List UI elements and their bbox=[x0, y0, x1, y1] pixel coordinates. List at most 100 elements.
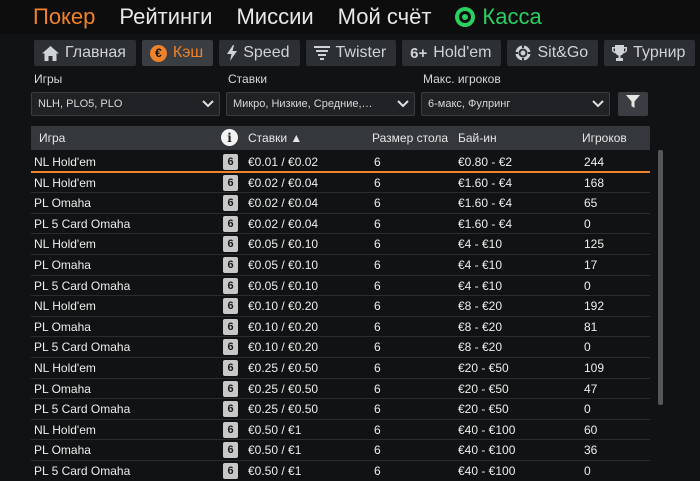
info-icon[interactable]: i bbox=[221, 129, 238, 146]
poker-chip-icon bbox=[515, 45, 532, 61]
row-table-size: 6 bbox=[374, 402, 381, 417]
table-row[interactable]: NL Hold'em €0.50 / €1 6 €40 - €100 60 6 bbox=[31, 420, 650, 441]
tab-home-label: Главная bbox=[65, 44, 126, 61]
row-game: PL 5 Card Omaha bbox=[34, 402, 131, 417]
row-table-size: 6 bbox=[374, 155, 381, 169]
row-players: 244 bbox=[584, 155, 605, 169]
stakes-select-value: Микро, Низкие, Средние,… bbox=[233, 98, 373, 110]
tab-cash-label: Кэш bbox=[172, 44, 204, 61]
row-game: NL Hold'em bbox=[34, 299, 96, 314]
table-row[interactable]: NL Hold'em €0.01 / €0.02 6 €0.80 - €2 244 6 bbox=[31, 152, 650, 173]
chevron-down-icon bbox=[587, 100, 609, 108]
table-row[interactable]: PL 5 Card Omaha €0.02 / €0.04 6 €1.60 - €4 0… bbox=[31, 214, 650, 235]
games-select-value: NLH, PLO5, PLO bbox=[38, 98, 123, 110]
table-row[interactable]: PL Omaha €0.02 / €0.04 6 €1.60 - €4 65 6 bbox=[31, 193, 650, 214]
max-players-select[interactable]: 6-макс, Фулринг bbox=[421, 92, 610, 116]
row-table-size: 6 bbox=[374, 257, 381, 272]
seat-count-badge: 6 bbox=[223, 195, 238, 212]
tab-twister-label: Twister bbox=[335, 44, 387, 61]
row-stakes: €0.02 / €0.04 bbox=[248, 216, 319, 231]
row-stakes: €0.02 / €0.04 bbox=[248, 196, 319, 211]
column-players[interactable]: Игроков bbox=[582, 131, 627, 145]
tab-tournaments[interactable]: Турнир bbox=[604, 40, 696, 66]
max-players-filter-label: Макс. игроков bbox=[423, 72, 501, 86]
chevron-down-icon bbox=[197, 100, 219, 108]
row-game: NL Hold'em bbox=[34, 175, 96, 190]
row-game: PL 5 Card Omaha bbox=[34, 463, 131, 478]
home-icon bbox=[42, 45, 59, 61]
row-game: PL Omaha bbox=[34, 257, 91, 272]
tab-six-plus-holdem[interactable]: 6+ Hold'em bbox=[402, 40, 502, 66]
row-buyin: €20 - €50 bbox=[458, 360, 509, 375]
table-row[interactable]: PL 5 Card Omaha €0.05 / €0.10 6 €4 - €10 0 6 bbox=[31, 276, 650, 297]
row-players: 192 bbox=[584, 299, 605, 314]
tab-home[interactable]: Главная bbox=[34, 40, 136, 66]
row-stakes: €0.10 / €0.20 bbox=[248, 319, 319, 334]
row-game: PL Omaha bbox=[34, 381, 91, 396]
table-row[interactable]: PL 5 Card Omaha €0.50 / €1 6 €40 - €100 0 6 bbox=[31, 461, 650, 481]
row-game: NL Hold'em bbox=[34, 155, 96, 169]
row-buyin: €1.60 - €4 bbox=[458, 216, 513, 231]
tab-twister[interactable]: Twister bbox=[305, 40, 397, 66]
table-row[interactable]: PL Omaha €0.25 / €0.50 6 €20 - €50 47 6 bbox=[31, 379, 650, 400]
tab-sit-and-go[interactable]: Sit&Go bbox=[507, 40, 599, 66]
row-stakes: €0.10 / €0.20 bbox=[248, 340, 319, 355]
lightning-icon bbox=[227, 45, 238, 61]
table-row[interactable]: PL 5 Card Omaha €0.10 / €0.20 6 €8 - €20 0 6 bbox=[31, 337, 650, 358]
row-table-size: 6 bbox=[374, 381, 381, 396]
row-players: 60 bbox=[584, 422, 598, 437]
row-stakes: €0.02 / €0.04 bbox=[248, 175, 319, 190]
row-buyin: €8 - €20 bbox=[458, 299, 503, 314]
games-select[interactable]: NLH, PLO5, PLO bbox=[31, 92, 220, 116]
row-table-size: 6 bbox=[374, 237, 381, 252]
row-table-size: 6 bbox=[374, 175, 381, 190]
seat-count-badge: 6 bbox=[223, 154, 238, 170]
seat-count-badge: 6 bbox=[223, 215, 238, 232]
tab-cash[interactable]: € Кэш bbox=[141, 40, 214, 66]
row-stakes: €0.50 / €1 bbox=[248, 422, 302, 437]
row-players: 109 bbox=[584, 360, 605, 375]
row-players: 0 bbox=[584, 340, 591, 355]
table-row[interactable]: PL 5 Card Omaha €0.25 / €0.50 6 €20 - €50 0 6 bbox=[31, 399, 650, 420]
row-players: 81 bbox=[584, 319, 598, 334]
row-table-size: 6 bbox=[374, 443, 381, 458]
table-row[interactable]: NL Hold'em €0.02 / €0.04 6 €1.60 - €4 168 6 bbox=[31, 173, 650, 194]
row-stakes: €0.10 / €0.20 bbox=[248, 299, 319, 314]
table-row[interactable]: PL Omaha €0.10 / €0.20 6 €8 - €20 81 6 bbox=[31, 317, 650, 338]
table-scrollbar[interactable] bbox=[658, 150, 663, 405]
row-game: NL Hold'em bbox=[34, 360, 96, 375]
table-row[interactable]: NL Hold'em €0.25 / €0.50 6 €20 - €50 109 6 bbox=[31, 358, 650, 379]
column-stakes[interactable]: Ставки ▲ bbox=[248, 131, 302, 145]
row-game: PL 5 Card Omaha bbox=[34, 278, 131, 293]
row-game: NL Hold'em bbox=[34, 422, 96, 437]
row-buyin: €4 - €10 bbox=[458, 278, 503, 293]
filter-button[interactable] bbox=[618, 92, 648, 116]
table-row[interactable]: NL Hold'em €0.10 / €0.20 6 €8 - €20 192 6 bbox=[31, 296, 650, 317]
row-game: PL Omaha bbox=[34, 443, 91, 458]
column-table-size[interactable]: Размер стола bbox=[372, 131, 448, 145]
row-stakes: €0.50 / €1 bbox=[248, 443, 302, 458]
row-table-size: 6 bbox=[374, 216, 381, 231]
row-buyin: €0.80 - €2 bbox=[458, 155, 513, 169]
seat-count-badge: 6 bbox=[223, 462, 238, 479]
row-stakes: €0.05 / €0.10 bbox=[248, 278, 319, 293]
nav-ratings[interactable]: Рейтинги bbox=[119, 2, 212, 32]
nav-missions[interactable]: Миссии bbox=[236, 2, 313, 32]
stakes-select[interactable]: Микро, Низкие, Средние,… bbox=[226, 92, 415, 116]
table-row[interactable]: NL Hold'em €0.05 / €0.10 6 €4 - €10 125 6 bbox=[31, 234, 650, 255]
row-buyin: €1.60 - €4 bbox=[458, 175, 513, 190]
seat-count-badge: 6 bbox=[223, 174, 238, 191]
table-row[interactable]: PL Omaha €0.05 / €0.10 6 €4 - €10 17 6 bbox=[31, 255, 650, 276]
nav-cashier[interactable]: Касса bbox=[455, 2, 542, 32]
tab-speed[interactable]: Speed bbox=[219, 40, 300, 66]
column-buyin[interactable]: Бай-ин bbox=[458, 131, 497, 145]
tab-sit-and-go-label: Sit&Go bbox=[537, 44, 589, 61]
tornado-icon bbox=[313, 46, 330, 60]
row-players: 17 bbox=[584, 257, 598, 272]
nav-poker[interactable]: Покер bbox=[33, 2, 95, 32]
row-stakes: €0.01 / €0.02 bbox=[248, 155, 319, 169]
table-row[interactable]: PL Omaha €0.50 / €1 6 €40 - €100 36 6 bbox=[31, 440, 650, 461]
nav-my-account[interactable]: Мой счёт bbox=[338, 2, 432, 32]
seat-count-badge: 6 bbox=[223, 421, 238, 438]
column-game[interactable]: Игра bbox=[39, 131, 65, 145]
